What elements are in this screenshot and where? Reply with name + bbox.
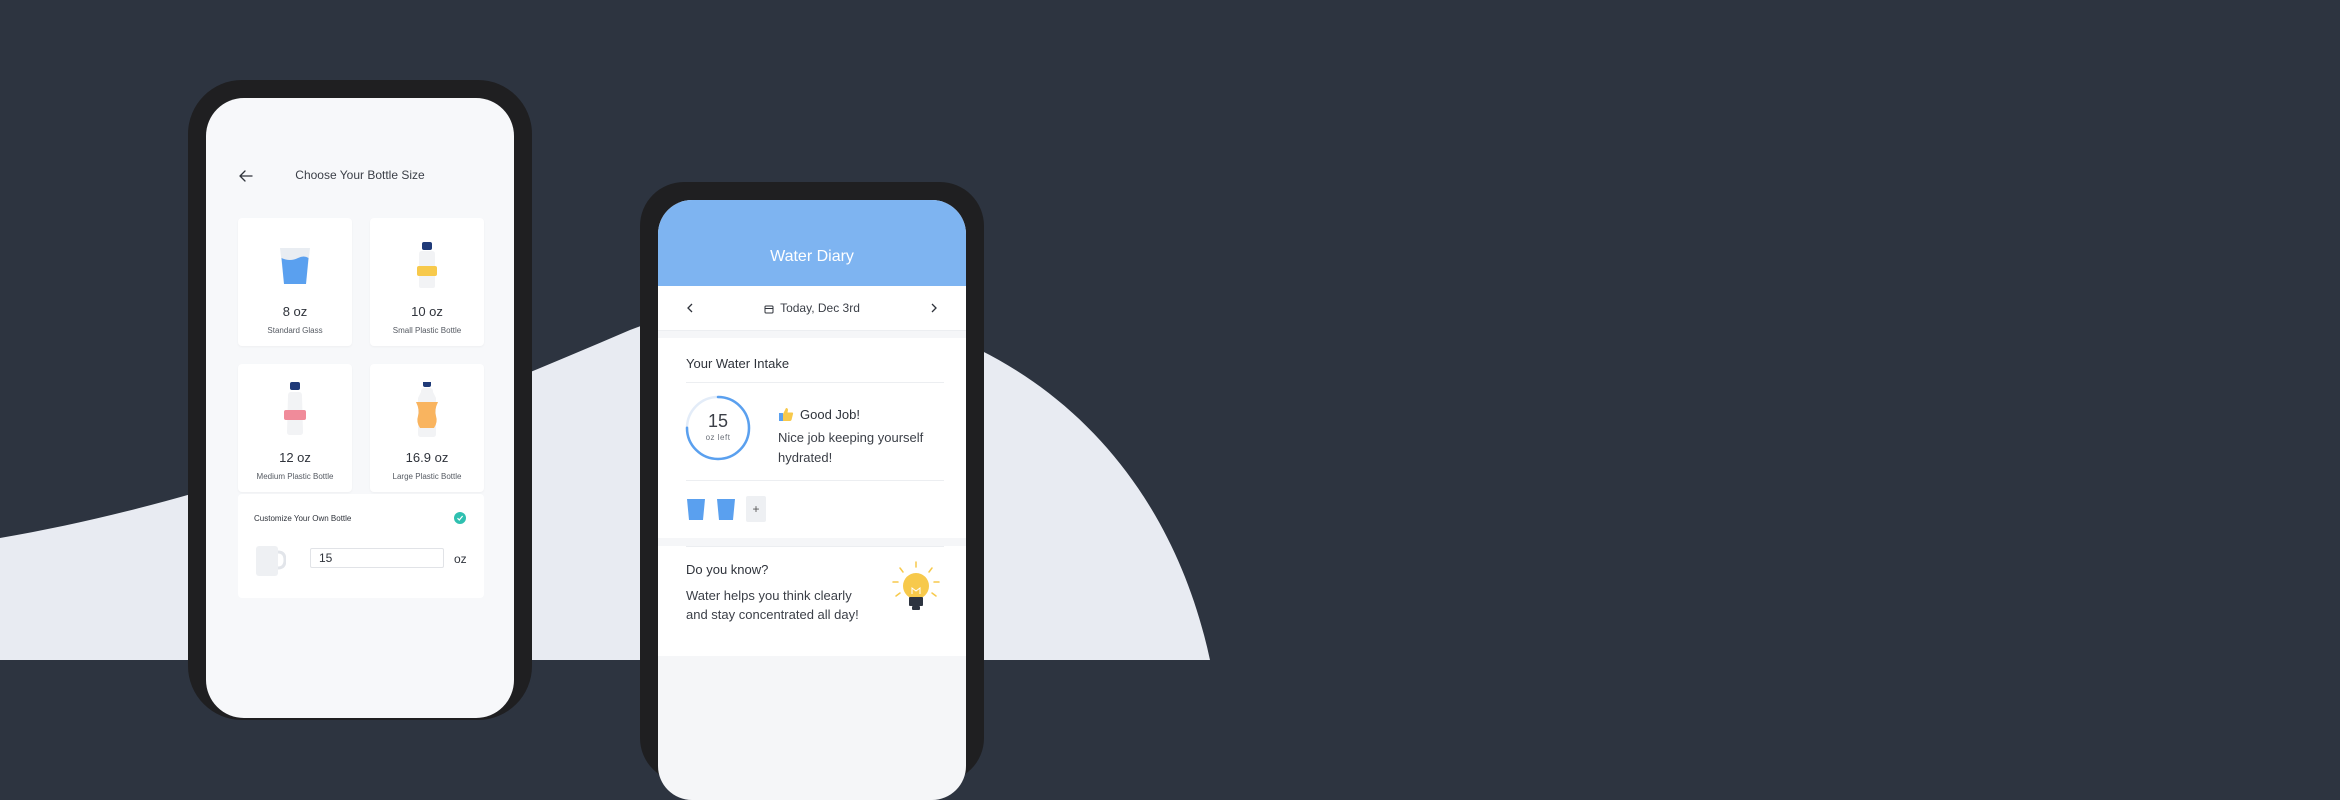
header: Choose Your Bottle Size xyxy=(206,156,514,196)
option-name: Large Plastic Bottle xyxy=(392,472,462,481)
small-bottle-icon xyxy=(417,242,437,288)
option-large-bottle[interactable]: 16.9 oz Large Plastic Bottle xyxy=(370,364,484,492)
custom-bottle-title: Customize Your Own Bottle xyxy=(254,514,352,523)
date-label: Today, Dec 3rd xyxy=(780,301,860,315)
option-medium-bottle[interactable]: 12 oz Medium Plastic Bottle xyxy=(238,364,352,492)
option-size: 16.9 oz xyxy=(405,450,449,465)
custom-unit-label: oz xyxy=(454,552,467,566)
chevron-right-icon xyxy=(931,303,937,313)
option-small-bottle[interactable]: 10 oz Small Plastic Bottle xyxy=(370,218,484,346)
remaining-label: oz left xyxy=(705,433,731,442)
option-name: Small Plastic Bottle xyxy=(392,326,462,335)
divider xyxy=(686,480,944,481)
next-day-button[interactable] xyxy=(926,300,942,316)
water-diary-screen: Water Diary Today, Dec 3rd Your Water In… xyxy=(658,200,966,800)
intake-title: Your Water Intake xyxy=(686,356,790,371)
date-navigator: Today, Dec 3rd xyxy=(658,286,966,331)
tip-text: Water helps you think clearly and stay c… xyxy=(686,588,859,622)
medium-bottle-icon xyxy=(284,382,306,435)
header: Water Diary xyxy=(658,200,966,286)
tip-title: Do you know? xyxy=(686,562,769,577)
lightbulb-icon xyxy=(892,561,940,610)
phone-frame-bottle: Choose Your Bottle Size 8 oz Standard Gl… xyxy=(188,80,532,720)
cup-icon xyxy=(256,546,286,576)
glass-icon xyxy=(280,248,310,284)
option-name: Medium Plastic Bottle xyxy=(256,472,334,481)
page-title: Choose Your Bottle Size xyxy=(295,168,425,182)
page-title: Water Diary xyxy=(770,248,854,265)
custom-bottle-card: Customize Your Own Bottle oz xyxy=(238,494,484,598)
remaining-value: 15 xyxy=(707,411,729,431)
bottle-size-screen: Choose Your Bottle Size 8 oz Standard Gl… xyxy=(206,98,514,718)
date-display[interactable]: Today, Dec 3rd xyxy=(658,301,966,315)
add-glass-button[interactable]: + xyxy=(746,496,766,522)
status-text: Nice job keeping yourself hydrated! xyxy=(778,430,924,465)
option-size: 8 oz xyxy=(282,304,308,319)
phone-frame-diary: Water Diary Today, Dec 3rd Your Water In… xyxy=(640,182,984,800)
custom-size-input[interactable] xyxy=(310,548,444,568)
thumbs-up-icon xyxy=(779,408,794,421)
check-icon[interactable] xyxy=(454,512,466,524)
divider xyxy=(686,382,944,383)
calendar-icon xyxy=(764,305,774,314)
option-standard-glass[interactable]: 8 oz Standard Glass xyxy=(238,218,352,346)
divider xyxy=(686,546,944,547)
glass-icon[interactable] xyxy=(686,496,706,522)
tip-card: Do you know? Water helps you think clear… xyxy=(658,546,966,656)
glass-icon[interactable] xyxy=(716,496,736,522)
large-bottle-icon xyxy=(416,382,438,437)
status-title: Good Job! xyxy=(800,407,860,422)
option-size: 12 oz xyxy=(279,450,311,465)
water-intake-card: Your Water Intake 15 oz left Good Job! N… xyxy=(658,338,966,538)
option-size: 10 oz xyxy=(411,304,443,319)
option-name: Standard Glass xyxy=(267,326,323,335)
